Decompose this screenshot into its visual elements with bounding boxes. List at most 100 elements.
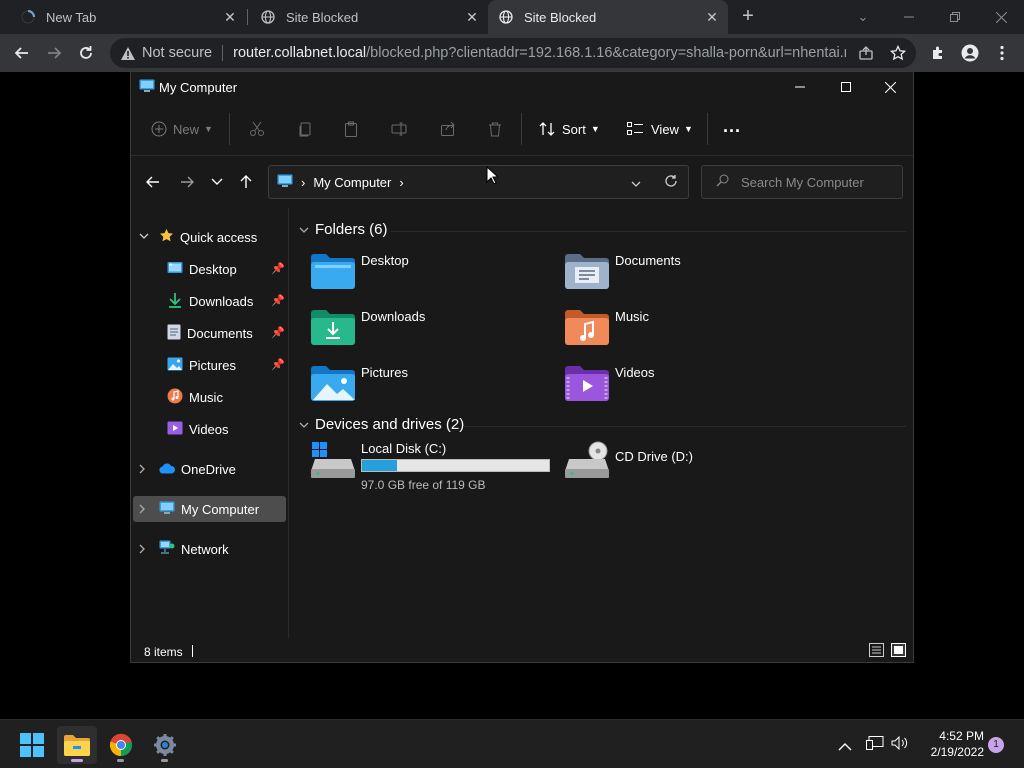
folder-videos[interactable]: Videos: [565, 365, 815, 415]
group-title: Devices and drives (2): [315, 416, 465, 433]
tab-close-icon[interactable]: ✕: [464, 9, 480, 25]
nav-my-computer[interactable]: My Computer: [133, 496, 286, 522]
browser-menu-icon[interactable]: [988, 39, 1016, 67]
drive-c[interactable]: Local Disk (C:) 97.0 GB free of 119 GB: [311, 441, 561, 495]
share-icon[interactable]: [858, 45, 874, 61]
close-window-button[interactable]: [978, 0, 1024, 34]
nav-downloads[interactable]: Downloads 📌: [167, 288, 285, 314]
details-view-icon[interactable]: [869, 643, 884, 660]
up-folder-button[interactable]: [232, 168, 260, 196]
reload-button[interactable]: [72, 39, 100, 67]
running-app-indicator: [117, 759, 124, 762]
cut-button[interactable]: [249, 118, 265, 140]
delete-button[interactable]: [487, 118, 503, 140]
new-tab-button[interactable]: +: [736, 5, 760, 29]
copy-button[interactable]: [297, 118, 313, 140]
explorer-address-bar[interactable]: › My Computer ›: [268, 165, 689, 199]
folders-group-header[interactable]: Folders (6): [299, 221, 388, 238]
nav-quick-access[interactable]: Quick access: [139, 224, 289, 250]
taskbar-settings[interactable]: [145, 726, 185, 764]
downloads-folder-icon: [311, 310, 355, 345]
nav-music[interactable]: Music: [167, 384, 285, 410]
profile-icon[interactable]: [956, 39, 984, 67]
sort-button[interactable]: Sort ▼: [539, 118, 600, 140]
nav-network[interactable]: Network: [139, 536, 289, 562]
explorer-close-button[interactable]: [867, 72, 913, 102]
taskbar-chrome[interactable]: [101, 726, 141, 764]
pin-icon[interactable]: 📌: [271, 358, 285, 371]
nav-documents[interactable]: Documents 📌: [167, 320, 285, 346]
tab-site-blocked[interactable]: Site Blocked ✕: [248, 0, 488, 34]
tab-search-icon[interactable]: ⌄: [840, 0, 886, 34]
explorer-title-bar[interactable]: My Computer: [131, 72, 913, 102]
forward-button[interactable]: [40, 39, 68, 67]
breadcrumb-chevron-icon[interactable]: ›: [301, 175, 305, 190]
search-box[interactable]: Search My Computer: [701, 165, 903, 199]
start-button[interactable]: [12, 726, 52, 764]
view-button[interactable]: View ▼: [627, 118, 693, 140]
navigation-row: › My Computer › Search My Computer: [131, 156, 913, 208]
explorer-minimize-button[interactable]: [777, 72, 823, 102]
folder-desktop[interactable]: Desktop: [311, 253, 561, 303]
back-button[interactable]: [8, 39, 36, 67]
explorer-forward-button[interactable]: [173, 168, 201, 196]
warning-icon[interactable]: [120, 45, 136, 61]
pin-icon[interactable]: 📌: [271, 262, 285, 275]
explorer-maximize-button[interactable]: [823, 72, 869, 102]
chevron-right-icon[interactable]: [139, 462, 151, 477]
navigation-pane: Quick access Desktop 📌 Downloads 📌 Docum…: [131, 208, 289, 638]
folder-pictures[interactable]: Pictures: [311, 365, 561, 415]
network-status-icon[interactable]: [866, 736, 884, 755]
nav-desktop[interactable]: Desktop 📌: [167, 256, 285, 282]
breadcrumb-chevron-icon[interactable]: ›: [399, 175, 403, 190]
star-icon: [159, 228, 174, 246]
view-label: View: [651, 121, 679, 137]
more-options-button[interactable]: ...: [723, 115, 741, 137]
paste-button[interactable]: [343, 118, 359, 140]
chevron-down-icon[interactable]: [139, 232, 151, 243]
tab-close-icon[interactable]: ✕: [222, 9, 238, 25]
nav-pictures[interactable]: Pictures 📌: [167, 352, 285, 378]
tab-close-icon[interactable]: ✕: [704, 9, 720, 25]
nav-onedrive[interactable]: OneDrive: [139, 456, 289, 482]
explorer-back-button[interactable]: [139, 168, 167, 196]
rename-button[interactable]: [391, 118, 407, 140]
bookmark-star-icon[interactable]: [889, 44, 907, 61]
drives-group-header[interactable]: Devices and drives (2): [299, 416, 464, 433]
scissors-icon: [250, 121, 264, 136]
extensions-icon[interactable]: [924, 39, 952, 67]
chevron-right-icon[interactable]: [139, 542, 151, 557]
pictures-icon: [167, 357, 183, 374]
view-list-icon: [627, 122, 643, 135]
chevron-down-icon[interactable]: [299, 221, 309, 238]
folder-downloads[interactable]: Downloads: [311, 309, 561, 359]
downloads-icon: [167, 292, 183, 311]
system-clock[interactable]: 4:52 PM 2/19/2022: [918, 728, 984, 760]
refresh-icon[interactable]: [664, 174, 678, 191]
share-button[interactable]: [440, 118, 456, 140]
pin-icon[interactable]: 📌: [271, 326, 285, 339]
tab-new-tab[interactable]: New Tab ✕: [0, 0, 246, 34]
taskbar-file-explorer[interactable]: [57, 726, 97, 764]
recent-locations-button[interactable]: [203, 168, 231, 196]
pin-icon[interactable]: 📌: [271, 294, 285, 307]
address-bar[interactable]: Not secure router.collabnet.local/blocke…: [110, 38, 916, 68]
show-hidden-icons-chevron-icon[interactable]: [838, 738, 852, 756]
minimize-button[interactable]: [886, 0, 932, 34]
volume-icon[interactable]: [891, 735, 909, 755]
restore-button[interactable]: [932, 0, 978, 34]
address-history-dropdown[interactable]: [631, 176, 641, 191]
breadcrumb-my-computer[interactable]: My Computer: [313, 175, 391, 190]
nav-label: Music: [189, 389, 223, 405]
notification-badge[interactable]: 1: [988, 737, 1004, 753]
new-button[interactable]: New ▼: [151, 118, 213, 140]
new-label: New: [173, 121, 200, 137]
drive-d[interactable]: CD Drive (D:): [565, 441, 765, 491]
tab-site-blocked-active[interactable]: Site Blocked ✕: [488, 0, 728, 34]
nav-videos[interactable]: Videos: [167, 416, 285, 442]
folder-documents[interactable]: Documents: [565, 253, 815, 303]
chevron-down-icon[interactable]: [299, 416, 309, 433]
folder-music[interactable]: Music: [565, 309, 815, 359]
chevron-right-icon[interactable]: [139, 502, 151, 517]
large-icons-view-icon[interactable]: [891, 643, 906, 660]
